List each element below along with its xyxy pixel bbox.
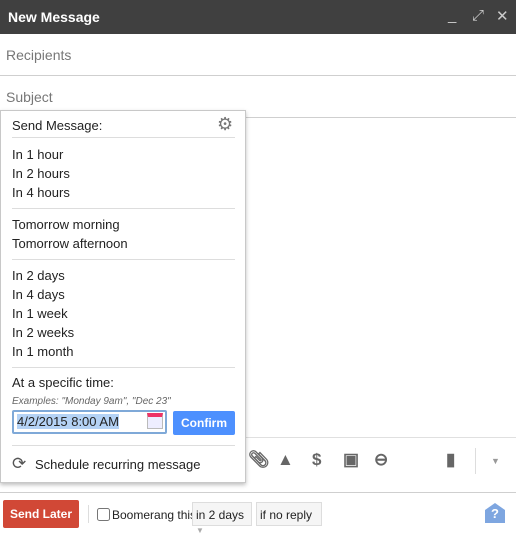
send-later-button[interactable]: Send Later xyxy=(3,500,79,528)
calendar-icon[interactable] xyxy=(147,413,163,429)
datetime-input[interactable]: 4/2/2015 8:00 AM xyxy=(12,410,167,434)
examples-hint: Examples: "Monday 9am", "Dec 23" xyxy=(12,396,171,407)
option-in-2-weeks[interactable]: In 2 weeks xyxy=(12,325,74,340)
minimize-icon[interactable]: _ xyxy=(448,7,456,24)
close-icon[interactable]: ✕ xyxy=(496,7,509,25)
datetime-value: 4/2/2015 8:00 AM xyxy=(17,414,119,429)
option-tomorrow-morning[interactable]: Tomorrow morning xyxy=(12,217,120,232)
dollar-icon[interactable]: $ xyxy=(312,450,321,470)
option-in-4-days[interactable]: In 4 days xyxy=(12,287,65,302)
paperclip-icon[interactable]: 📎︎ xyxy=(248,450,270,470)
menu-title: Send Message: xyxy=(12,118,103,133)
compose-header: New Message _ ⤢ ✕ xyxy=(0,0,516,34)
delay-select[interactable]: in 2 days ▼ xyxy=(192,502,252,535)
drive-icon[interactable]: ▲ xyxy=(277,450,294,470)
recipients-input[interactable]: Recipients xyxy=(0,34,516,76)
divider xyxy=(12,445,235,446)
trash-icon[interactable]: ▮ xyxy=(446,450,455,470)
help-icon[interactable]: ? xyxy=(485,503,505,523)
link-icon[interactable]: ⊖ xyxy=(374,450,388,470)
image-icon[interactable]: ▣ xyxy=(343,450,359,470)
divider xyxy=(12,137,235,138)
option-in-2-days[interactable]: In 2 days xyxy=(12,268,65,283)
option-in-4-hours[interactable]: In 4 hours xyxy=(12,185,70,200)
delay-value: in 2 days xyxy=(196,508,245,522)
schedule-recurring-option[interactable]: Schedule recurring message xyxy=(35,457,200,472)
window-title: New Message xyxy=(8,9,100,25)
expand-icon[interactable]: ⤢ xyxy=(472,7,484,24)
option-tomorrow-afternoon[interactable]: Tomorrow afternoon xyxy=(12,236,128,251)
condition-select[interactable]: if no reply xyxy=(256,502,322,526)
option-in-1-week[interactable]: In 1 week xyxy=(12,306,68,321)
divider xyxy=(88,505,89,523)
divider xyxy=(12,259,235,260)
option-in-2-hours[interactable]: In 2 hours xyxy=(12,166,70,181)
boomerang-checkbox[interactable] xyxy=(97,508,110,521)
more-options-icon[interactable]: ▼ xyxy=(491,456,500,466)
boomerang-label: Boomerang this xyxy=(112,508,197,522)
gear-icon[interactable]: ⚙ xyxy=(217,114,233,135)
send-later-menu: Send Message: ⚙ In 1 hour In 2 hours In … xyxy=(0,110,246,483)
condition-value: if no reply xyxy=(260,508,313,522)
option-in-1-hour[interactable]: In 1 hour xyxy=(12,147,63,162)
divider xyxy=(12,208,235,209)
option-in-1-month[interactable]: In 1 month xyxy=(12,344,73,359)
divider xyxy=(12,367,235,368)
recurring-icon: ⟳ xyxy=(12,454,27,473)
specific-time-label: At a specific time: xyxy=(12,375,114,390)
confirm-button[interactable]: Confirm xyxy=(173,411,235,435)
divider xyxy=(475,448,476,474)
